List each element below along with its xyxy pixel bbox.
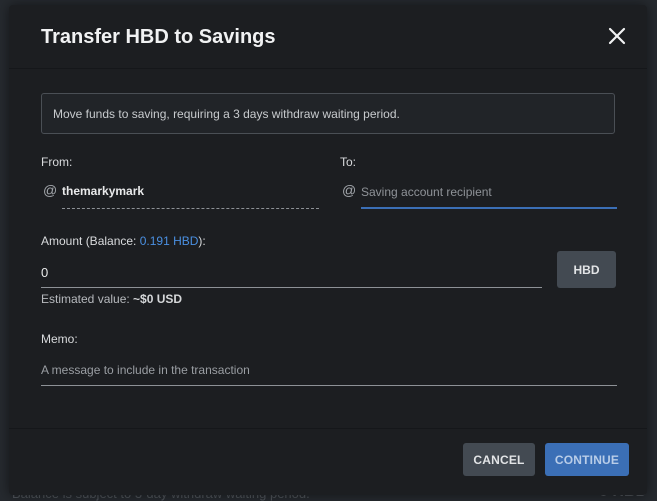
at-icon: @	[342, 182, 357, 198]
dialog-footer: CANCEL CONTINUE	[9, 428, 647, 495]
dialog-header: Transfer HBD to Savings	[9, 5, 647, 69]
to-label: To:	[340, 155, 357, 169]
amount-label: Amount (Balance: 0.191 HBD):	[41, 234, 206, 248]
at-icon: @	[43, 182, 58, 198]
estimated-value-amount: ~$0 USD	[133, 292, 183, 306]
from-account-value: themarkymark	[62, 184, 145, 198]
from-field-underline	[62, 208, 319, 209]
to-recipient-input[interactable]	[361, 177, 617, 209]
amount-label-prefix: Amount (Balance:	[41, 234, 140, 248]
continue-button[interactable]: CONTINUE	[545, 443, 629, 476]
estimated-value-label: Estimated value:	[41, 292, 134, 306]
info-notice: Move funds to saving, requiring a 3 days…	[41, 93, 615, 134]
memo-label: Memo:	[41, 332, 78, 346]
dialog-title: Transfer HBD to Savings	[41, 26, 276, 48]
amount-input[interactable]	[41, 257, 542, 288]
from-label: From:	[41, 155, 73, 169]
close-icon[interactable]	[607, 26, 627, 46]
balance-link[interactable]: 0.191 HBD	[140, 234, 199, 248]
cancel-button[interactable]: CANCEL	[463, 443, 535, 476]
memo-input[interactable]	[41, 354, 617, 386]
transfer-dialog: Transfer HBD to Savings Move funds to sa…	[9, 5, 647, 495]
notice-text: Move funds to saving, requiring a 3 days…	[53, 107, 400, 121]
amount-label-suffix: ):	[198, 234, 206, 248]
currency-select-button[interactable]: HBD	[557, 251, 616, 288]
estimated-value: Estimated value: ~$0 USD	[41, 292, 182, 306]
